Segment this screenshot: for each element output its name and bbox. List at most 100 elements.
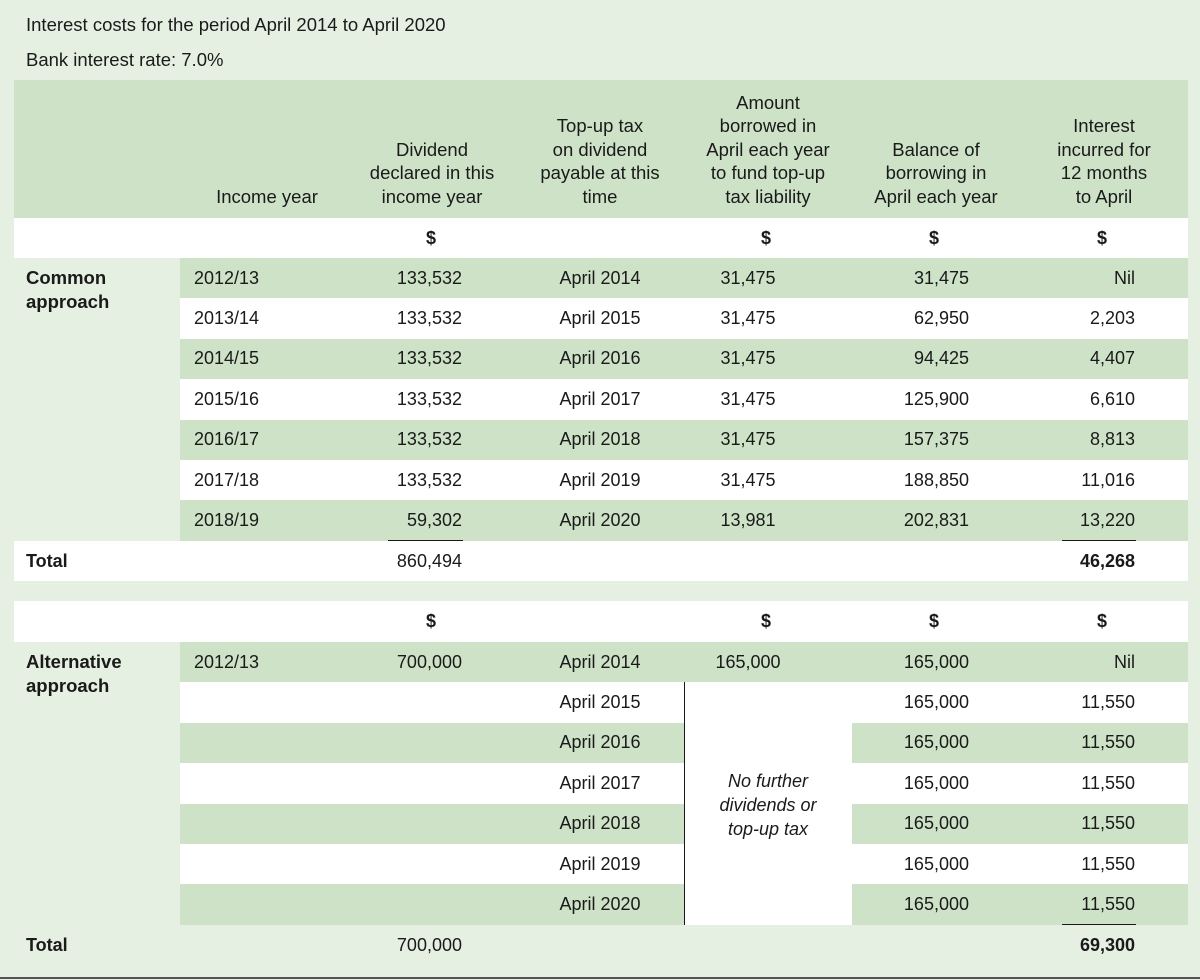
interest-cell: 11,550 bbox=[1081, 853, 1135, 874]
dividend-cell: 133,532 bbox=[396, 388, 462, 409]
tax-due-cell: April 2018 bbox=[559, 813, 641, 834]
balance-cell: 125,900 bbox=[903, 388, 969, 409]
tax-due-cell: April 2016 bbox=[559, 348, 641, 369]
interest-cell: Nil bbox=[1114, 651, 1135, 672]
interest-cell: 4,407 bbox=[1089, 348, 1135, 369]
common-total-label: Total bbox=[26, 550, 68, 571]
note-divider-left bbox=[684, 682, 685, 925]
common-total-row: Total 860,494 46,268 bbox=[14, 541, 1188, 581]
header-topup-tax: Top-up tax on dividend payable at this t… bbox=[540, 115, 660, 207]
header-income-year: Income year bbox=[216, 185, 318, 207]
dividend-cell: 133,532 bbox=[396, 469, 462, 490]
alt-currency-borrowed: $ bbox=[761, 611, 772, 631]
balance-cell: 165,000 bbox=[903, 772, 969, 793]
dividend-cell bbox=[365, 804, 462, 844]
table-row: April 2017 165,000 11,550 bbox=[14, 763, 1188, 804]
header-interest: Interest incurred for 12 months to April bbox=[1057, 115, 1151, 207]
table-row: 2018/19 59,302 April 2020 13,981 202,831 13,2… bbox=[14, 500, 1188, 541]
common-dividend-rule bbox=[388, 540, 463, 541]
page-title: Interest costs for the period April 2014… bbox=[26, 14, 446, 35]
dividend-cell: 133,532 bbox=[396, 267, 462, 288]
interest-cell: 11,016 bbox=[1081, 469, 1135, 490]
income-year-cell: 2012/13 bbox=[194, 267, 260, 288]
interest-cell: 11,550 bbox=[1081, 692, 1135, 713]
common-interest-rule bbox=[1062, 540, 1136, 541]
header-balance: Balance of borrowing in April each year bbox=[874, 138, 998, 207]
interest-cell: 8,813 bbox=[1089, 429, 1135, 450]
table-row: 2015/16 133,532 April 2017 31,475 125,900 6,6… bbox=[14, 379, 1188, 420]
amount-borrowed-cell: 165,000 bbox=[715, 651, 781, 672]
currency-dividend: $ bbox=[426, 227, 437, 248]
interest-cell: 2,203 bbox=[1089, 308, 1135, 329]
income-year-cell bbox=[194, 884, 364, 924]
tax-due-cell: April 2017 bbox=[559, 388, 641, 409]
dividend-cell: 133,532 bbox=[396, 429, 462, 450]
table-row: 2017/18 133,532 April 2019 31,475 188,850 11,… bbox=[14, 460, 1188, 501]
income-year-cell: 2018/19 bbox=[194, 510, 260, 531]
tax-due-cell: April 2020 bbox=[559, 894, 641, 915]
table-header: Income year Dividend declared in this in… bbox=[14, 80, 1188, 218]
balance-cell: 202,831 bbox=[903, 510, 969, 531]
dividend-cell: 133,532 bbox=[396, 348, 462, 369]
amount-borrowed-cell: 31,475 bbox=[720, 267, 776, 288]
dividend-cell bbox=[365, 844, 462, 884]
currency-row: $ $ $ $ bbox=[14, 218, 1188, 258]
income-year-cell: 2012/13 bbox=[194, 651, 260, 672]
amount-borrowed-cell: 31,475 bbox=[720, 348, 776, 369]
dividend-cell bbox=[365, 763, 462, 803]
common-total-dividend: 860,494 bbox=[396, 550, 462, 571]
table-row: April 2018 165,000 11,550 bbox=[14, 803, 1188, 844]
currency-balance: $ bbox=[929, 227, 940, 248]
income-year-cell: 2017/18 bbox=[194, 469, 260, 490]
alt-total-dividend: 700,000 bbox=[396, 934, 462, 955]
interest-cell: 11,550 bbox=[1081, 894, 1135, 915]
tax-due-cell: April 2019 bbox=[559, 853, 641, 874]
tax-due-cell: April 2020 bbox=[559, 510, 641, 531]
balance-cell: 157,375 bbox=[903, 429, 969, 450]
dividend-cell bbox=[365, 682, 462, 722]
balance-cell: 165,000 bbox=[903, 732, 969, 753]
alt-currency-balance: $ bbox=[929, 611, 940, 631]
common-total-interest: 46,268 bbox=[1079, 550, 1135, 571]
amount-borrowed-cell: 13,981 bbox=[720, 510, 776, 531]
dividend-cell bbox=[365, 723, 462, 763]
income-year-cell: 2016/17 bbox=[194, 429, 260, 450]
dividend-cell: 700,000 bbox=[396, 651, 462, 672]
dividend-cell: 59,302 bbox=[406, 510, 462, 531]
income-year-cell: 2014/15 bbox=[194, 348, 260, 369]
income-year-cell: 2013/14 bbox=[194, 308, 260, 329]
balance-cell: 165,000 bbox=[903, 813, 969, 834]
alt-total-label: Total bbox=[26, 934, 68, 955]
table-row: April 2020 165,000 11,550 bbox=[14, 884, 1188, 925]
balance-cell: 62,950 bbox=[913, 308, 969, 329]
table-row: April 2015 165,000 11,550 bbox=[14, 682, 1188, 723]
alt-currency-interest: $ bbox=[1097, 611, 1108, 631]
alt-total-row: Total 700,000 69,300 bbox=[14, 925, 1188, 965]
interest-cell: 11,550 bbox=[1081, 813, 1135, 834]
table-row: 2012/13 133,532 April 2014 31,475 31,475 Nil bbox=[14, 258, 1188, 299]
header-dividend: Dividend declared in this income year bbox=[369, 138, 495, 207]
income-year-cell bbox=[194, 682, 364, 722]
dividend-cell bbox=[365, 884, 462, 924]
tax-due-cell: April 2016 bbox=[559, 732, 641, 753]
amount-borrowed-cell: 31,475 bbox=[720, 429, 776, 450]
tax-due-cell: April 2014 bbox=[559, 267, 641, 288]
table-row: 2012/13 700,000 April 2014 165,000 165,000 Ni… bbox=[14, 642, 1188, 683]
table-row: 2013/14 133,532 April 2015 31,475 62,950 2,20… bbox=[14, 298, 1188, 339]
income-year-cell bbox=[194, 723, 364, 763]
interest-cell: 13,220 bbox=[1079, 510, 1135, 531]
income-year-cell bbox=[194, 804, 364, 844]
balance-cell: 165,000 bbox=[903, 894, 969, 915]
balance-cell: 165,000 bbox=[903, 853, 969, 874]
amount-borrowed-cell: 31,475 bbox=[720, 469, 776, 490]
amount-borrowed-cell bbox=[698, 723, 798, 763]
interest-cell: 6,610 bbox=[1089, 388, 1135, 409]
balance-cell: 165,000 bbox=[903, 651, 969, 672]
income-year-cell: 2015/16 bbox=[194, 388, 260, 409]
interest-cell: Nil bbox=[1114, 267, 1135, 288]
alt-currency-row: $ $ $ $ bbox=[14, 601, 1188, 642]
income-year-cell bbox=[194, 844, 364, 884]
no-further-dividends-note: No further dividends or top-up tax bbox=[719, 771, 817, 839]
page-subtitle: Bank interest rate: 7.0% bbox=[26, 49, 224, 70]
table-row: 2016/17 133,532 April 2018 31,475 157,375 8,8… bbox=[14, 419, 1188, 460]
